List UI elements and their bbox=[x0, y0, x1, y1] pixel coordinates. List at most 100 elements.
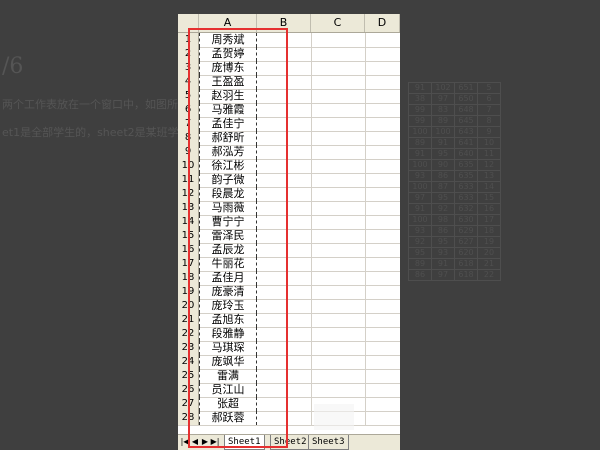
row-header[interactable]: 11 bbox=[178, 173, 199, 187]
cell-name[interactable]: 孟佳宁 bbox=[199, 117, 257, 131]
grid-line bbox=[365, 369, 366, 383]
cell-name[interactable]: 马琪琛 bbox=[199, 341, 257, 355]
cell-name[interactable]: 郝舒昕 bbox=[199, 131, 257, 145]
grid-line bbox=[365, 47, 366, 61]
row-header[interactable]: 1 bbox=[178, 33, 199, 47]
background-table-cell: 100 bbox=[408, 126, 432, 138]
cell-name[interactable]: 张超 bbox=[199, 397, 257, 411]
background-table-row: 99 83 648 7 bbox=[408, 104, 501, 116]
row-header[interactable]: 9 bbox=[178, 145, 199, 159]
table-row: 18 孟佳月 bbox=[178, 271, 400, 286]
background-table-row: 89 91 641 10 bbox=[408, 137, 501, 149]
row-header[interactable]: 19 bbox=[178, 285, 199, 299]
cell-name[interactable]: 段晨龙 bbox=[199, 187, 257, 201]
row-header[interactable]: 22 bbox=[178, 327, 199, 341]
background-table-cell: 641 bbox=[454, 137, 478, 149]
table-row: 5 赵羽生 bbox=[178, 89, 400, 104]
sheet-tab-bar: |◀ ◀ ▶ ▶| Sheet1 Sheet2 Sheet3 bbox=[178, 434, 400, 450]
row-header[interactable]: 25 bbox=[178, 369, 199, 383]
step-counter: /6 bbox=[2, 54, 24, 79]
article-line: et1是全部学生的，sheet2是某班学生花 bbox=[2, 126, 201, 139]
cell-name[interactable]: 马雅霞 bbox=[199, 103, 257, 117]
row-header[interactable]: 13 bbox=[178, 201, 199, 215]
row-header[interactable]: 3 bbox=[178, 61, 199, 75]
background-table-cell: 17 bbox=[477, 214, 501, 226]
grid-line bbox=[365, 229, 366, 243]
background-table-cell: 632 bbox=[454, 203, 478, 215]
row-header[interactable]: 21 bbox=[178, 313, 199, 327]
grid-line bbox=[365, 75, 366, 89]
cell-name[interactable]: 员江山 bbox=[199, 383, 257, 397]
grid-line bbox=[311, 33, 312, 47]
cell-name[interactable]: 段雅静 bbox=[199, 327, 257, 341]
prev-sheet-icon[interactable]: ◀ bbox=[190, 437, 200, 446]
row-header[interactable]: 18 bbox=[178, 271, 199, 285]
cell-name[interactable]: 孟贺婷 bbox=[199, 47, 257, 61]
row-header[interactable]: 8 bbox=[178, 131, 199, 145]
column-header-c[interactable]: C bbox=[311, 14, 365, 32]
table-row: 27 张超 bbox=[178, 397, 400, 412]
row-header[interactable]: 20 bbox=[178, 299, 199, 313]
cell-name[interactable]: 王盈盈 bbox=[199, 75, 257, 89]
row-header[interactable]: 16 bbox=[178, 243, 199, 257]
cell-name[interactable]: 周秀斌 bbox=[199, 33, 257, 47]
background-table-cell: 650 bbox=[454, 93, 478, 105]
background-table-cell: 651 bbox=[454, 82, 478, 94]
cell-name[interactable]: 孟佳月 bbox=[199, 271, 257, 285]
row-header[interactable]: 28 bbox=[178, 411, 199, 425]
cell-name[interactable]: 孟辰龙 bbox=[199, 243, 257, 257]
row-header[interactable]: 7 bbox=[178, 117, 199, 131]
column-header-b[interactable]: B bbox=[257, 14, 311, 32]
sheet-tab-sheet1[interactable]: Sheet1 bbox=[224, 435, 265, 450]
cell-name[interactable]: 庞博东 bbox=[199, 61, 257, 75]
background-table-cell: 93 bbox=[431, 247, 455, 259]
cell-name[interactable]: 曹宁宁 bbox=[199, 215, 257, 229]
row-header[interactable]: 17 bbox=[178, 257, 199, 271]
first-sheet-icon[interactable]: |◀ bbox=[180, 437, 190, 446]
row-header[interactable]: 26 bbox=[178, 383, 199, 397]
background-table-cell: 18 bbox=[477, 225, 501, 237]
cell-name[interactable]: 庞豪清 bbox=[199, 285, 257, 299]
column-header-d[interactable]: D bbox=[365, 14, 400, 32]
row-header[interactable]: 6 bbox=[178, 103, 199, 117]
row-header[interactable]: 24 bbox=[178, 355, 199, 369]
cell-name[interactable]: 徐江彬 bbox=[199, 159, 257, 173]
background-table-cell: 10 bbox=[477, 137, 501, 149]
cell-name[interactable]: 赵羽生 bbox=[199, 89, 257, 103]
sheet-tab-sheet2[interactable]: Sheet2 bbox=[270, 435, 311, 450]
row-header[interactable]: 14 bbox=[178, 215, 199, 229]
row-header[interactable]: 5 bbox=[178, 89, 199, 103]
cell-name[interactable]: 韵子微 bbox=[199, 173, 257, 187]
background-table-cell: 95 bbox=[431, 236, 455, 248]
table-row: 19 庞豪清 bbox=[178, 285, 400, 300]
table-row: 17 牛丽花 bbox=[178, 257, 400, 272]
cell-name[interactable]: 雷泽民 bbox=[199, 229, 257, 243]
grid-line bbox=[311, 355, 312, 369]
row-header[interactable]: 15 bbox=[178, 229, 199, 243]
select-all-corner[interactable] bbox=[178, 14, 199, 32]
background-table-cell: 93 bbox=[408, 170, 432, 182]
cell-name[interactable]: 马雨薇 bbox=[199, 201, 257, 215]
row-header[interactable]: 4 bbox=[178, 75, 199, 89]
background-table-cell: 97 bbox=[431, 93, 455, 105]
table-row: 25 雷满 bbox=[178, 369, 400, 384]
next-sheet-icon[interactable]: ▶ bbox=[200, 437, 210, 446]
row-header[interactable]: 27 bbox=[178, 397, 199, 411]
cell-name[interactable]: 雷满 bbox=[199, 369, 257, 383]
cell-name[interactable]: 孟旭东 bbox=[199, 313, 257, 327]
cell-name[interactable]: 庞玲玉 bbox=[199, 299, 257, 313]
cell-name[interactable]: 郝泓芳 bbox=[199, 145, 257, 159]
background-table-cell: 83 bbox=[431, 104, 455, 116]
background-table-row: 38 97 650 6 bbox=[408, 93, 501, 105]
sheet-tab-sheet3[interactable]: Sheet3 bbox=[308, 435, 349, 450]
cell-name[interactable]: 牛丽花 bbox=[199, 257, 257, 271]
cell-name[interactable]: 庞飒华 bbox=[199, 355, 257, 369]
background-table-cell: 645 bbox=[454, 115, 478, 127]
row-header[interactable]: 10 bbox=[178, 159, 199, 173]
row-header[interactable]: 23 bbox=[178, 341, 199, 355]
cell-name[interactable]: 郝跃蓉 bbox=[199, 411, 257, 425]
last-sheet-icon[interactable]: ▶| bbox=[210, 437, 220, 446]
row-header[interactable]: 12 bbox=[178, 187, 199, 201]
row-header[interactable]: 2 bbox=[178, 47, 199, 61]
column-header-a[interactable]: A bbox=[199, 14, 257, 32]
